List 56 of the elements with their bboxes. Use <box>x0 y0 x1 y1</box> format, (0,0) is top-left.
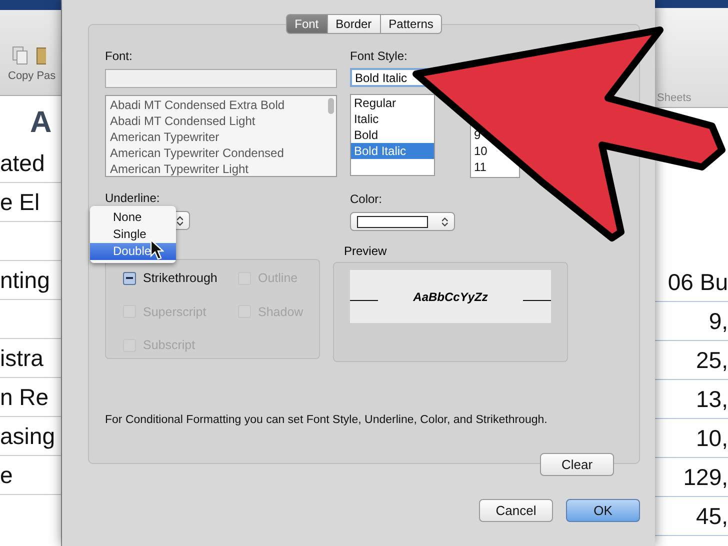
copy-icon[interactable] <box>12 46 28 66</box>
cell-text: 13, <box>696 386 728 412</box>
tab[interactable]: Font <box>286 14 328 34</box>
list-item[interactable]: American Typewriter <box>110 129 324 145</box>
field-label: Underline: <box>105 191 161 205</box>
preview-sample: AaBbCcYyZz <box>413 290 488 304</box>
column-heading: A <box>29 105 53 141</box>
list-item[interactable]: American Typewriter Condensed <box>110 145 324 161</box>
cell-text: 45, <box>696 502 728 530</box>
cell-text: 06 Bu <box>668 268 728 296</box>
cell-text: 10, <box>696 424 728 452</box>
menu-item[interactable]: Double <box>90 243 176 260</box>
list-item[interactable]: Abadi MT Condensed Light <box>110 113 324 129</box>
underline-rule <box>350 300 378 301</box>
ok-button[interactable]: OK <box>566 499 640 522</box>
list-item[interactable]: American Typewriter Light <box>110 161 324 176</box>
list-item[interactable]: Italic <box>351 111 434 127</box>
cell-text: e El <box>0 188 40 216</box>
cell-text: n Re <box>0 384 49 410</box>
cell-text: asing <box>0 422 55 450</box>
list-item[interactable]: Bold Italic <box>351 143 434 159</box>
menu-item[interactable]: Single <box>90 226 176 243</box>
toolbar-label[interactable]: Pas <box>36 70 56 82</box>
field-label: Font: <box>105 49 134 63</box>
tab[interactable]: Border <box>328 14 381 34</box>
cell-text: e <box>0 462 13 488</box>
info-text: For Conditional Formatting you can set Font Style, Underline, Color, and Strikethrough. <box>105 414 548 426</box>
cell-text: 129, <box>683 464 728 490</box>
scrollbar-thumb[interactable] <box>328 98 334 114</box>
menu-item[interactable]: None <box>90 209 176 226</box>
checkbox[interactable] <box>123 272 136 284</box>
color-popup[interactable] <box>350 212 455 231</box>
clear-button[interactable]: Clear <box>540 453 614 476</box>
field-label: Font Style: <box>350 49 408 63</box>
toolbar-label[interactable]: Copy <box>8 70 34 82</box>
font-input-field[interactable] <box>105 69 337 88</box>
underline-rule <box>523 300 551 301</box>
cancel-button[interactable]: Cancel <box>479 499 553 522</box>
list-item[interactable]: Abadi MT Condensed Extra Bold <box>110 97 324 113</box>
checkbox-label[interactable]: Strikethrough <box>143 271 218 285</box>
cell-text: istra <box>0 344 44 372</box>
font-style-list[interactable]: Regular Italic Bold Bold Italic <box>350 94 435 176</box>
font-list[interactable]: Abadi MT Condensed Extra Bold Abadi MT Condensed Light American Typewriter American Typewriter Condensed American Typewriter Light <box>105 95 337 177</box>
tab[interactable]: Patterns <box>380 14 442 34</box>
list-item[interactable]: Bold <box>351 127 434 143</box>
chevron-icon <box>177 216 183 226</box>
cell-text: nting <box>0 266 50 294</box>
preview-label: Preview <box>344 244 388 258</box>
chevron-icon <box>442 216 448 226</box>
field-label: Color: <box>350 192 384 206</box>
cell-text: 9, <box>708 308 728 334</box>
list-item[interactable]: Regular <box>351 95 434 111</box>
cell-text: 25, <box>696 346 728 374</box>
list-item[interactable]: 11 <box>471 159 519 175</box>
cell-text: ated <box>0 150 45 176</box>
clipboard-icon[interactable] <box>36 46 46 66</box>
